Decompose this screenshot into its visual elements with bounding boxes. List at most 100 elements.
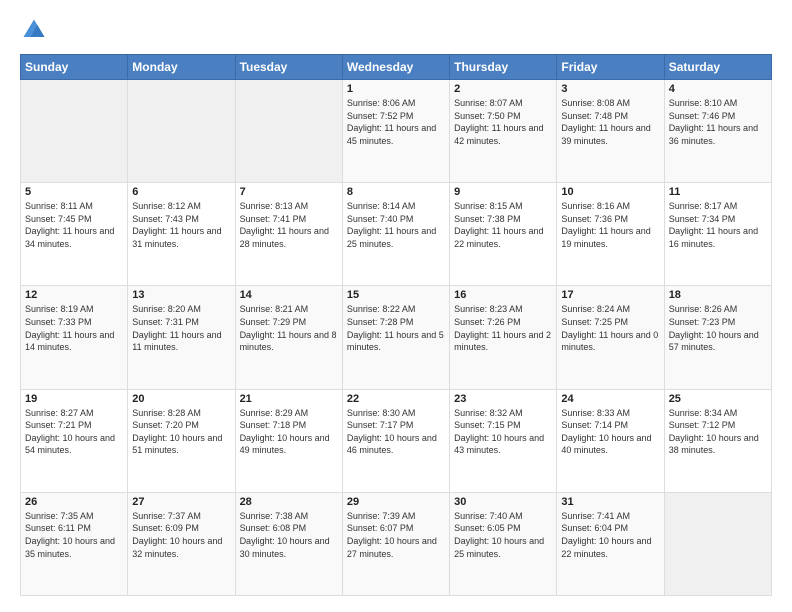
calendar-cell bbox=[664, 492, 771, 595]
weekday-header-monday: Monday bbox=[128, 55, 235, 80]
calendar-cell: 19Sunrise: 8:27 AMSunset: 7:21 PMDayligh… bbox=[21, 389, 128, 492]
day-number: 5 bbox=[25, 186, 123, 198]
day-number: 2 bbox=[454, 83, 552, 95]
day-info: Sunrise: 8:11 AMSunset: 7:45 PMDaylight:… bbox=[25, 200, 123, 250]
day-info: Sunrise: 8:28 AMSunset: 7:20 PMDaylight:… bbox=[132, 407, 230, 457]
calendar-cell: 23 Sunrise: 8:32 AMSunset: 7:15 PMDayligh… bbox=[450, 389, 557, 492]
day-number: 18 bbox=[669, 289, 767, 301]
calendar-cell: 11 Sunrise: 8:17 AMSunset: 7:34 PMDayligh… bbox=[664, 183, 771, 286]
calendar-cell: 15Sunrise: 8:22 AMSunset: 7:28 PMDayligh… bbox=[342, 286, 449, 389]
day-number: 8 bbox=[347, 186, 445, 198]
day-number: 31 bbox=[561, 496, 659, 508]
calendar-cell: 28 Sunrise: 7:38 AMSunset: 6:08 PMDayligh… bbox=[235, 492, 342, 595]
day-number: 28 bbox=[240, 496, 338, 508]
calendar-cell: 26 Sunrise: 7:35 AMSunset: 6:11 PMDayligh… bbox=[21, 492, 128, 595]
day-info: Sunrise: 7:38 AMSunset: 6:08 PMDaylight:… bbox=[240, 510, 338, 560]
day-number: 14 bbox=[240, 289, 338, 301]
calendar-cell: 10Sunrise: 8:16 AMSunset: 7:36 PMDayligh… bbox=[557, 183, 664, 286]
day-info: Sunrise: 8:22 AMSunset: 7:28 PMDaylight:… bbox=[347, 303, 445, 353]
day-info: Sunrise: 8:23 AMSunset: 7:26 PMDaylight:… bbox=[454, 303, 552, 353]
day-number: 12 bbox=[25, 289, 123, 301]
calendar-cell: 24 Sunrise: 8:33 AMSunset: 7:14 PMDayligh… bbox=[557, 389, 664, 492]
day-info: Sunrise: 8:20 AMSunset: 7:31 PMDaylight:… bbox=[132, 303, 230, 353]
day-info: Sunrise: 7:41 AMSunset: 6:04 PMDaylight:… bbox=[561, 510, 659, 560]
calendar: SundayMondayTuesdayWednesdayThursdayFrid… bbox=[20, 54, 772, 596]
day-info: Sunrise: 8:30 AMSunset: 7:17 PMDaylight:… bbox=[347, 407, 445, 457]
header bbox=[20, 16, 772, 44]
day-number: 1 bbox=[347, 83, 445, 95]
day-info: Sunrise: 8:19 AMSunset: 7:33 PMDaylight:… bbox=[25, 303, 123, 353]
calendar-cell: 9 Sunrise: 8:15 AMSunset: 7:38 PMDaylight… bbox=[450, 183, 557, 286]
weekday-header-tuesday: Tuesday bbox=[235, 55, 342, 80]
day-number: 21 bbox=[240, 393, 338, 405]
calendar-cell: 25 Sunrise: 8:34 AMSunset: 7:12 PMDayligh… bbox=[664, 389, 771, 492]
day-number: 4 bbox=[669, 83, 767, 95]
day-number: 30 bbox=[454, 496, 552, 508]
day-info: Sunrise: 8:10 AMSunset: 7:46 PMDaylight:… bbox=[669, 97, 767, 147]
day-number: 22 bbox=[347, 393, 445, 405]
day-number: 23 bbox=[454, 393, 552, 405]
day-info: Sunrise: 8:14 AMSunset: 7:40 PMDaylight:… bbox=[347, 200, 445, 250]
calendar-cell: 27 Sunrise: 7:37 AMSunset: 6:09 PMDayligh… bbox=[128, 492, 235, 595]
day-number: 27 bbox=[132, 496, 230, 508]
day-number: 11 bbox=[669, 186, 767, 198]
calendar-cell: 20 Sunrise: 8:28 AMSunset: 7:20 PMDayligh… bbox=[128, 389, 235, 492]
day-number: 26 bbox=[25, 496, 123, 508]
day-number: 20 bbox=[132, 393, 230, 405]
day-info: Sunrise: 8:33 AMSunset: 7:14 PMDaylight:… bbox=[561, 407, 659, 457]
weekday-header-thursday: Thursday bbox=[450, 55, 557, 80]
day-number: 29 bbox=[347, 496, 445, 508]
calendar-cell: 17Sunrise: 8:24 AMSunset: 7:25 PMDayligh… bbox=[557, 286, 664, 389]
day-number: 25 bbox=[669, 393, 767, 405]
weekday-header-friday: Friday bbox=[557, 55, 664, 80]
day-info: Sunrise: 8:06 AMSunset: 7:52 PMDaylight:… bbox=[347, 97, 445, 147]
calendar-cell bbox=[128, 80, 235, 183]
day-number: 13 bbox=[132, 289, 230, 301]
calendar-cell: 18 Sunrise: 8:26 AMSunset: 7:23 PMDayligh… bbox=[664, 286, 771, 389]
day-info: Sunrise: 8:08 AMSunset: 7:48 PMDaylight:… bbox=[561, 97, 659, 147]
calendar-cell: 3 Sunrise: 8:08 AMSunset: 7:48 PMDaylight… bbox=[557, 80, 664, 183]
calendar-cell: 4 Sunrise: 8:10 AMSunset: 7:46 PMDaylight… bbox=[664, 80, 771, 183]
calendar-cell bbox=[21, 80, 128, 183]
day-info: Sunrise: 8:24 AMSunset: 7:25 PMDaylight:… bbox=[561, 303, 659, 353]
day-info: Sunrise: 8:32 AMSunset: 7:15 PMDaylight:… bbox=[454, 407, 552, 457]
calendar-cell: 29Sunrise: 7:39 AMSunset: 6:07 PMDayligh… bbox=[342, 492, 449, 595]
calendar-cell: 31 Sunrise: 7:41 AMSunset: 6:04 PMDayligh… bbox=[557, 492, 664, 595]
day-number: 6 bbox=[132, 186, 230, 198]
day-info: Sunrise: 8:27 AMSunset: 7:21 PMDaylight:… bbox=[25, 407, 123, 457]
day-info: Sunrise: 7:35 AMSunset: 6:11 PMDaylight:… bbox=[25, 510, 123, 560]
day-number: 24 bbox=[561, 393, 659, 405]
weekday-header-wednesday: Wednesday bbox=[342, 55, 449, 80]
calendar-cell: 16 Sunrise: 8:23 AMSunset: 7:26 PMDayligh… bbox=[450, 286, 557, 389]
week-row-2: 5 Sunrise: 8:11 AMSunset: 7:45 PMDaylight… bbox=[21, 183, 772, 286]
calendar-cell: 21 Sunrise: 8:29 AMSunset: 7:18 PMDayligh… bbox=[235, 389, 342, 492]
weekday-header-sunday: Sunday bbox=[21, 55, 128, 80]
day-number: 10 bbox=[561, 186, 659, 198]
day-info: Sunrise: 7:37 AMSunset: 6:09 PMDaylight:… bbox=[132, 510, 230, 560]
calendar-cell: 14Sunrise: 8:21 AMSunset: 7:29 PMDayligh… bbox=[235, 286, 342, 389]
day-number: 9 bbox=[454, 186, 552, 198]
day-info: Sunrise: 8:34 AMSunset: 7:12 PMDaylight:… bbox=[669, 407, 767, 457]
calendar-cell: 7Sunrise: 8:13 AMSunset: 7:41 PMDaylight… bbox=[235, 183, 342, 286]
page: SundayMondayTuesdayWednesdayThursdayFrid… bbox=[0, 0, 792, 612]
calendar-cell: 13 Sunrise: 8:20 AMSunset: 7:31 PMDayligh… bbox=[128, 286, 235, 389]
day-info: Sunrise: 8:29 AMSunset: 7:18 PMDaylight:… bbox=[240, 407, 338, 457]
week-row-3: 12 Sunrise: 8:19 AMSunset: 7:33 PMDayligh… bbox=[21, 286, 772, 389]
weekday-header-row: SundayMondayTuesdayWednesdayThursdayFrid… bbox=[21, 55, 772, 80]
calendar-cell: 22 Sunrise: 8:30 AMSunset: 7:17 PMDayligh… bbox=[342, 389, 449, 492]
calendar-cell: 8 Sunrise: 8:14 AMSunset: 7:40 PMDaylight… bbox=[342, 183, 449, 286]
calendar-cell: 1 Sunrise: 8:06 AMSunset: 7:52 PMDaylight… bbox=[342, 80, 449, 183]
day-info: Sunrise: 8:17 AMSunset: 7:34 PMDaylight:… bbox=[669, 200, 767, 250]
week-row-4: 19Sunrise: 8:27 AMSunset: 7:21 PMDayligh… bbox=[21, 389, 772, 492]
day-info: Sunrise: 7:40 AMSunset: 6:05 PMDaylight:… bbox=[454, 510, 552, 560]
week-row-5: 26 Sunrise: 7:35 AMSunset: 6:11 PMDayligh… bbox=[21, 492, 772, 595]
day-info: Sunrise: 8:26 AMSunset: 7:23 PMDaylight:… bbox=[669, 303, 767, 353]
calendar-cell: 6Sunrise: 8:12 AMSunset: 7:43 PMDaylight… bbox=[128, 183, 235, 286]
day-number: 3 bbox=[561, 83, 659, 95]
day-info: Sunrise: 8:15 AMSunset: 7:38 PMDaylight:… bbox=[454, 200, 552, 250]
day-info: Sunrise: 8:07 AMSunset: 7:50 PMDaylight:… bbox=[454, 97, 552, 147]
week-row-1: 1 Sunrise: 8:06 AMSunset: 7:52 PMDaylight… bbox=[21, 80, 772, 183]
day-number: 16 bbox=[454, 289, 552, 301]
calendar-cell: 2 Sunrise: 8:07 AMSunset: 7:50 PMDaylight… bbox=[450, 80, 557, 183]
logo bbox=[20, 16, 52, 44]
